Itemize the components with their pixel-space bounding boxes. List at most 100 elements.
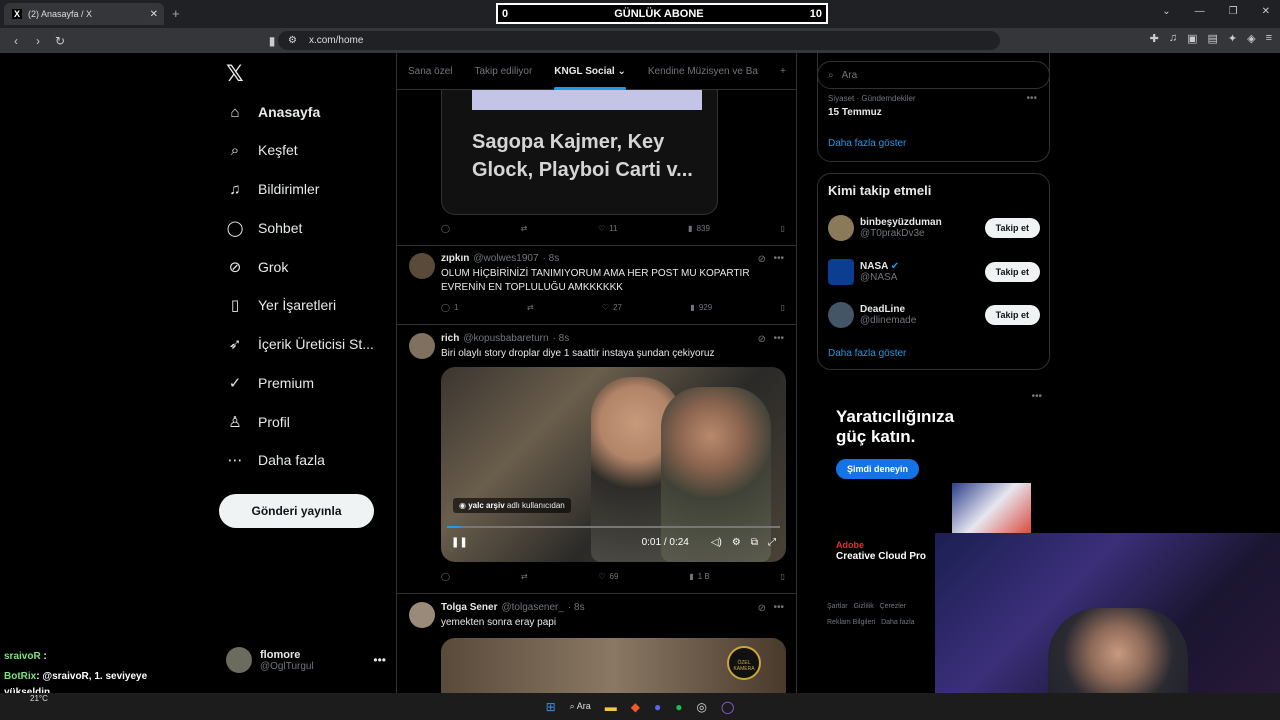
post-button[interactable]: Gönderi yayınla	[219, 494, 374, 528]
tab-kngl-social[interactable]: KNGL Social ⌄	[543, 66, 637, 90]
windows-start-icon[interactable]: ⊞	[546, 700, 556, 714]
nav-bookmarks[interactable]: ▯ Yer İşaretleri	[226, 286, 336, 324]
author-handle[interactable]: @kopusbabareturn	[463, 333, 548, 344]
bookmark-icon[interactable]: ▯	[781, 224, 785, 233]
avatar[interactable]	[409, 602, 435, 628]
bookmark-icon[interactable]: ▯	[781, 303, 785, 312]
weather-widget[interactable]: 21°C	[30, 694, 48, 703]
grok-icon[interactable]: ⊘	[758, 334, 766, 345]
more-icon[interactable]: •••	[773, 333, 784, 344]
bookmark-icon[interactable]: ▮	[266, 34, 278, 48]
follow-button[interactable]: Takip et	[984, 262, 1040, 282]
nav-explore[interactable]: ⌕ Keşfet	[226, 131, 298, 169]
footer-link[interactable]: Şartlar	[827, 603, 848, 610]
repost-icon[interactable]: ⇄	[527, 303, 534, 312]
bookmark-icon[interactable]: ▯	[781, 572, 785, 581]
brave-icon[interactable]: ◆	[631, 700, 640, 714]
nav-grok[interactable]: ⊘ Grok	[226, 248, 289, 286]
link-card[interactable]: Sagopa Kajmer, Key Glock, Playboi Carti …	[441, 90, 718, 215]
pip-icon[interactable]: ⧉	[751, 537, 758, 548]
footer-link[interactable]: Çerezler	[880, 603, 906, 610]
x-logo-icon[interactable]: 𝕏	[226, 61, 244, 87]
tab-list-icon[interactable]: ⌄	[1162, 6, 1170, 17]
leo-icon[interactable]: ✦	[1228, 32, 1237, 45]
follow-suggestion[interactable]: DeadLine @dlinemade Takip et	[828, 300, 1040, 330]
back-icon[interactable]: ‹	[10, 34, 22, 48]
folder-icon[interactable]: ▬	[605, 700, 617, 714]
like-button[interactable]: ♡ 69	[598, 572, 618, 581]
ad-cta-button[interactable]: Şimdi deneyin	[836, 459, 920, 479]
follow-suggestion[interactable]: NASA ✔ @NASA Takip et	[828, 257, 1040, 287]
nav-notifications[interactable]: ♫ Bildirimler	[226, 170, 319, 208]
app-icon[interactable]: ◯	[721, 700, 734, 714]
tab-musician[interactable]: Kendine Müzisyen ve Ba	[637, 66, 769, 77]
footer-link[interactable]: Gizlilik	[853, 603, 873, 610]
like-button[interactable]: ♡ 27	[602, 303, 622, 312]
author-handle[interactable]: @wolwes1907	[473, 253, 538, 264]
like-button[interactable]: ♡ 11	[598, 224, 617, 233]
discord-icon[interactable]: ●	[654, 700, 661, 714]
account-switcher[interactable]: flomore @OglTurgul •••	[226, 643, 386, 677]
follow-button[interactable]: Takip et	[984, 305, 1040, 325]
repost-icon[interactable]: ⇄	[521, 224, 528, 233]
pause-icon[interactable]: ❚❚	[451, 537, 468, 548]
browser-tab[interactable]: X (2) Anasayfa / X ✕	[4, 3, 164, 25]
nav-home[interactable]: ⌂ Anasayfa	[226, 93, 320, 131]
more-icon[interactable]: •••	[373, 653, 386, 667]
volume-icon[interactable]: ◁)	[711, 537, 722, 548]
author-name[interactable]: zıpkın	[441, 253, 469, 264]
reload-icon[interactable]: ↻	[54, 34, 66, 48]
music-icon[interactable]: ♫	[1169, 32, 1177, 45]
reply-icon[interactable]: ◯	[441, 224, 450, 233]
settings-icon[interactable]: ⚙	[732, 537, 741, 548]
footer-link[interactable]: Reklam Bilgileri	[827, 619, 875, 626]
reply-icon[interactable]: ◯	[441, 572, 450, 581]
nav-chat[interactable]: ◯ Sohbet	[226, 209, 303, 247]
author-name[interactable]: Tolga Sener	[441, 602, 498, 613]
fullscreen-icon[interactable]: ⤢	[768, 537, 776, 548]
show-more-link[interactable]: Daha fazla göster	[828, 348, 906, 359]
reply-button[interactable]: ◯ 1	[441, 303, 458, 312]
taskbar-search[interactable]: ⌕ Ara	[570, 701, 591, 712]
more-icon[interactable]: •••	[1031, 391, 1042, 402]
author-name[interactable]: rich	[441, 333, 459, 344]
grok-icon[interactable]: ⊘	[758, 603, 766, 614]
more-icon[interactable]: •••	[773, 602, 784, 613]
address-bar[interactable]: ⚙ x.com/home	[278, 31, 1000, 50]
nav-more[interactable]: ⋯ Daha fazla	[226, 441, 325, 479]
video-progress-bar[interactable]	[447, 526, 780, 528]
nav-creator-studio[interactable]: ➶ İçerik Üreticisi St...	[226, 325, 374, 363]
wallet-icon[interactable]: ▤	[1207, 32, 1217, 45]
views-button[interactable]: ▮ 1 B	[689, 572, 709, 581]
steam-icon[interactable]: ◎	[696, 700, 706, 714]
tab-close-icon[interactable]: ✕	[150, 9, 158, 20]
avatar[interactable]	[409, 253, 435, 279]
follow-suggestion[interactable]: binbeşyüzduman @T0prakDv3e Takip et	[828, 213, 1040, 243]
follow-button[interactable]: Takip et	[984, 218, 1040, 238]
spotify-icon[interactable]: ●	[675, 700, 682, 714]
post-media[interactable]: ÖZEL KAMERA	[441, 638, 786, 693]
maximize-icon[interactable]: ❐	[1229, 6, 1238, 17]
grok-icon[interactable]: ⊘	[758, 254, 766, 265]
extensions-icon[interactable]: ✚	[1150, 32, 1159, 45]
nav-profile[interactable]: ♙ Profil	[226, 403, 290, 441]
more-icon[interactable]: •••	[1026, 93, 1037, 104]
more-icon[interactable]: •••	[773, 253, 784, 264]
menu-icon[interactable]: ≡	[1266, 32, 1272, 45]
vpn-icon[interactable]: ◈	[1247, 32, 1255, 45]
nav-premium[interactable]: ✓ Premium	[226, 364, 314, 402]
trend-title[interactable]: 15 Temmuz	[828, 107, 882, 118]
repost-icon[interactable]: ⇄	[521, 572, 528, 581]
author-handle[interactable]: @tolgasener_	[502, 602, 564, 613]
forward-icon[interactable]: ›	[32, 34, 44, 48]
tab-following[interactable]: Takip ediliyor	[463, 66, 543, 77]
views-button[interactable]: ▮ 839	[688, 224, 710, 233]
avatar[interactable]	[409, 333, 435, 359]
views-button[interactable]: ▮ 929	[690, 303, 712, 312]
close-window-icon[interactable]: ✕	[1262, 6, 1270, 17]
video-player[interactable]: ◉ yalc arşiv adlı kullanıcıdan ❚❚ 0:01 /…	[441, 367, 786, 562]
tab-for-you[interactable]: Sana özel	[397, 66, 463, 77]
site-info-icon[interactable]: ⚙	[288, 35, 297, 46]
video-credit[interactable]: ◉ yalc arşiv adlı kullanıcıdan	[453, 498, 571, 513]
new-tab-icon[interactable]: +	[172, 6, 180, 21]
